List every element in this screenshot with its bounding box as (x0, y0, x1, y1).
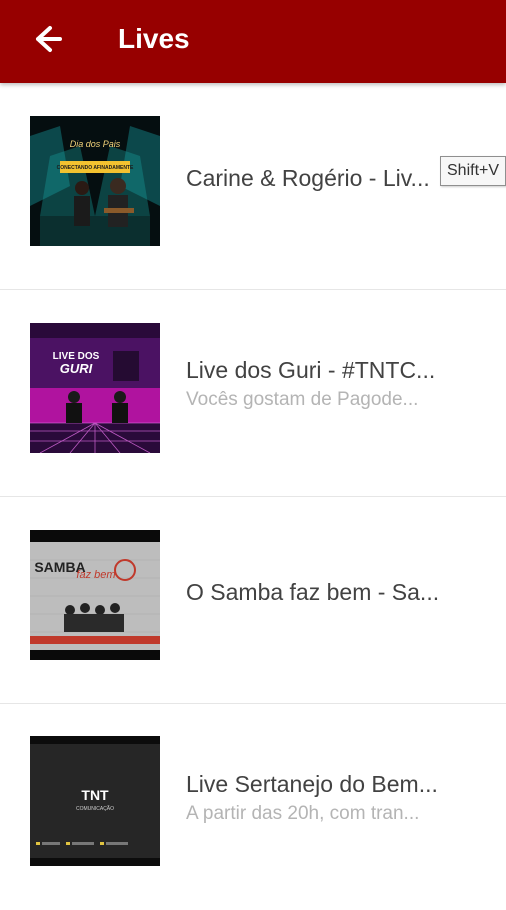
live-thumbnail: SAMBA faz bem (30, 530, 160, 660)
item-title: Live Sertanejo do Bem... (186, 771, 438, 797)
live-thumbnail: TNT COMUNICAÇÃO (30, 736, 160, 866)
item-subtitle: Vocês gostam de Pagode... (186, 389, 419, 410)
live-thumbnail: LIVE DOS GURI (30, 323, 160, 453)
back-button[interactable] (26, 19, 70, 59)
keyboard-shortcut-tooltip: Shift+V (440, 156, 506, 186)
thumb-line-2: faz bem (76, 569, 115, 581)
live-thumbnail: Dia dos Pais CONECTANDO AFINADAMENTE (30, 116, 160, 246)
thumb-line-2: CONECTANDO AFINADAMENTE (57, 165, 134, 171)
item-title: Live dos Guri - #TNTC... (186, 357, 436, 383)
thumb-line-1: Dia dos Pais (70, 139, 121, 149)
item-subtitle: A partir das 20h, com tran... (186, 803, 420, 824)
page-title: Lives (118, 23, 190, 54)
thumb-line-2: COMUNICAÇÃO (76, 805, 114, 812)
thumb-line-1: TNT (81, 787, 109, 803)
item-title: O Samba faz bem - Sa... (186, 579, 440, 605)
list-item[interactable]: TNT COMUNICAÇÃO Live Sertanejo do Bem...… (0, 704, 506, 910)
arrow-left-icon (36, 26, 62, 52)
app-bar: Lives (0, 0, 506, 83)
lives-list: Dia dos Pais CONECTANDO AFINADAMENTE Car… (0, 83, 506, 910)
thumb-line-2: GURI (60, 361, 93, 376)
list-item[interactable]: LIVE DOS GURI Live dos Guri - #TNTC... V… (0, 290, 506, 497)
list-item[interactable]: SAMBA faz bem O Samba faz bem - Sa... (0, 497, 506, 704)
item-title: Carine & Rogério - Liv... (186, 165, 430, 191)
list-item[interactable]: Dia dos Pais CONECTANDO AFINADAMENTE Car… (0, 83, 506, 290)
